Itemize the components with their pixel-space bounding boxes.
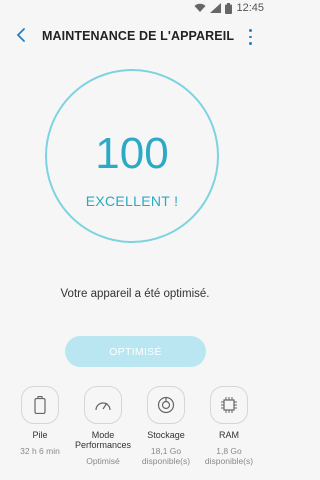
back-arrow-icon [16,27,26,47]
wifi-icon [194,3,206,13]
status-time: 12:45 [236,2,264,14]
tool-performance-value: Optimisé [86,456,120,466]
tool-ram-label: RAM [219,430,239,440]
more-vert-icon [248,29,252,32]
score-value: 100 [95,129,169,178]
page-title: MAINTENANCE DE L'APPAREIL [42,29,235,43]
tool-ram[interactable]: RAM 1,8 Go disponible(s) [197,386,261,466]
back-button[interactable] [10,26,32,48]
tool-performance-label: Mode Performances [74,430,132,450]
battery-icon [21,386,59,424]
tool-battery-label: Pile [32,430,48,440]
memory-chip-icon [210,386,248,424]
status-message: Votre appareil a été optimisé. [60,288,210,300]
tool-ram-value: 1,8 Go disponible(s) [204,446,254,466]
signal-icon [210,3,222,13]
score-label: EXCELLENT ! [85,193,179,209]
storage-icon [147,386,185,424]
tool-performance[interactable]: Mode Performances Optimisé [71,386,135,466]
tool-battery-value: 32 h 6 min [20,446,60,456]
tool-storage-label: Stockage [147,430,185,440]
tools-row: Pile 32 h 6 min Mode Performances Optimi… [0,386,270,480]
tool-storage[interactable]: Stockage 18,1 Go disponible(s) [134,386,198,466]
optimize-button[interactable]: OPTIMISÉ [65,336,206,367]
speedometer-icon [84,386,122,424]
app-header: MAINTENANCE DE L'APPAREIL [0,16,270,58]
status-bar: 12:45 [0,0,270,16]
tool-storage-value: 18,1 Go disponible(s) [141,446,191,466]
more-options-button[interactable] [244,27,256,47]
tool-battery[interactable]: Pile 32 h 6 min [8,386,72,456]
battery-icon [225,2,233,14]
